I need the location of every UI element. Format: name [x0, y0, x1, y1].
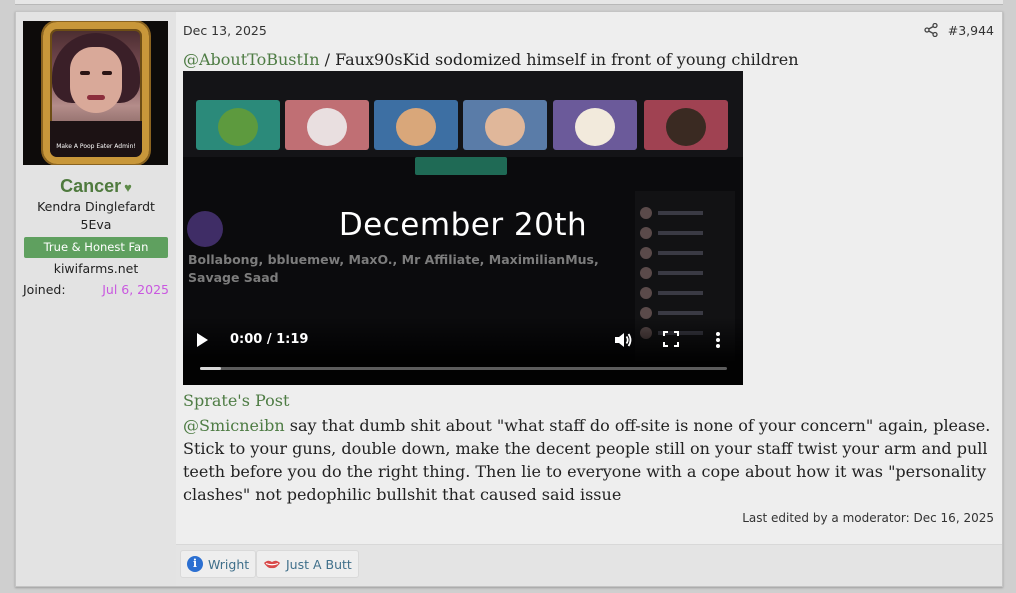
user-banner: True & Honest Fan [24, 237, 168, 258]
reaction-just-a-butt[interactable]: Just A Butt [256, 550, 359, 578]
reaction-label: Wright [208, 556, 250, 572]
reaction-label: Just A Butt [286, 556, 352, 572]
more-vertical-icon[interactable] [710, 330, 726, 350]
user-site: kiwifarms.net [53, 261, 139, 276]
message-text: @AboutToBustIn / Faux90sKid sodomized hi… [183, 48, 995, 71]
joined-date: Jul 6, 2025 [102, 282, 169, 297]
volume-icon[interactable] [613, 330, 633, 350]
username-text[interactable]: Cancer [60, 176, 121, 196]
share-icon[interactable] [924, 23, 938, 37]
avatar-frame: Make A Poop Eater Admin! [43, 22, 149, 164]
joined-row: Joined: Jul 6, 2025 [23, 282, 169, 300]
video-progress-fill [200, 367, 222, 370]
lips-icon [264, 560, 280, 569]
avatar[interactable]: Make A Poop Eater Admin! [23, 21, 168, 165]
mention-link[interactable]: @AboutToBustIn [183, 50, 320, 69]
post-date[interactable]: Dec 13, 2025 [183, 23, 267, 38]
avatar-caption: Make A Poop Eater Admin! [56, 143, 136, 150]
post-number-link[interactable]: #3,944 [948, 23, 994, 38]
quote-mention-link[interactable]: @Smicneibn [183, 416, 285, 435]
info-icon: i [187, 556, 203, 572]
post-actions: #3,944 [924, 21, 994, 39]
quote-text: @Smicneibn say that dumb shit about "wha… [183, 414, 995, 506]
quote-body: say that dumb shit about "what staff do … [183, 416, 991, 504]
quote-source-link[interactable]: Sprate's Post [183, 391, 289, 410]
video-badge-bar [415, 157, 507, 175]
video-title-overlay: December 20th [338, 207, 588, 243]
reactions-bar: i Wright Just A Butt [176, 544, 1002, 586]
user-title-line1: Kendra Dinglefardt [37, 199, 155, 214]
user-title-line2: 5Eva [80, 217, 112, 232]
video-subtitle-overlay: Bollabong, bbluemew, MaxO., Mr Affiliate… [188, 252, 599, 285]
video-time: 0:00 / 1:19 [230, 332, 309, 347]
message-body: / Faux90sKid sodomized himself in front … [319, 50, 799, 69]
video-frame-thumbnails [183, 71, 743, 157]
video-progress-bar[interactable] [200, 367, 727, 370]
video-player[interactable]: December 20th Bollabong, bbluemew, MaxO.… [183, 71, 743, 385]
user-info-panel: Make A Poop Eater Admin! Cancer ♥ Kendra … [16, 12, 176, 586]
play-icon[interactable] [197, 333, 208, 347]
last-edited-note: Last edited by a moderator: Dec 16, 2025 [742, 511, 994, 525]
video-controls: 0:00 / 1:19 [183, 317, 743, 385]
post-body: Dec 13, 2025 #3,944 @AboutToBustIn / Fau… [176, 12, 1002, 586]
reaction-wright[interactable]: i Wright [180, 550, 257, 578]
heart-icon: ♥ [124, 180, 132, 195]
username[interactable]: Cancer ♥ [16, 176, 176, 197]
user-title: Kendra Dinglefardt 5Eva [16, 198, 176, 234]
fullscreen-icon[interactable] [663, 331, 679, 347]
forum-post: Make A Poop Eater Admin! Cancer ♥ Kendra … [15, 11, 1003, 587]
joined-label: Joined: [23, 282, 66, 297]
previous-post-edge [15, 0, 1003, 5]
